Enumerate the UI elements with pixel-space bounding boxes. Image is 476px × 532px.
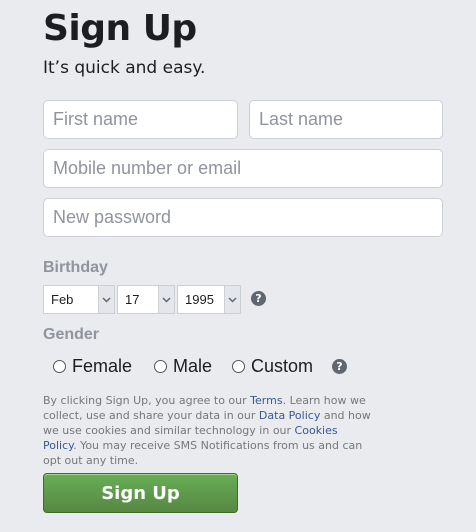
page-subtitle: It’s quick and easy.	[43, 58, 206, 78]
chevron-down-icon	[158, 286, 174, 313]
month-value: Feb	[51, 292, 74, 307]
terms-text-part: . You may receive SMS Notifications from…	[43, 439, 363, 467]
gender-option-label: Female	[72, 356, 133, 376]
birthday-label: Birthday	[43, 259, 108, 276]
first-name-field[interactable]: First name	[43, 100, 238, 139]
page-title: Sign Up	[43, 8, 197, 49]
radio-button[interactable]	[53, 360, 66, 373]
terms-text-part: By clicking Sign Up, you agree to our	[43, 394, 251, 407]
sign-up-button[interactable]: Sign Up	[43, 473, 238, 513]
gender-option-label: Male	[173, 356, 213, 376]
gender-option-male[interactable]: Male	[154, 356, 212, 377]
terms-text: By clicking Sign Up, you agree to our Te…	[43, 393, 373, 468]
day-value: 17	[125, 292, 140, 307]
birthday-help-icon[interactable]: ?	[251, 291, 266, 306]
mobile-or-email-field[interactable]: Mobile number or email	[43, 149, 443, 188]
last-name-field[interactable]: Last name	[249, 100, 443, 139]
gender-help-icon[interactable]: ?	[332, 359, 347, 374]
gender-option-custom[interactable]: Custom	[232, 356, 313, 377]
data-policy-link[interactable]: Data Policy	[259, 409, 320, 422]
gender-option-label: Custom	[251, 356, 314, 376]
radio-button[interactable]	[154, 360, 167, 373]
birthday-day-select[interactable]: 17	[117, 285, 175, 314]
year-value: 1995	[185, 292, 214, 307]
new-password-field[interactable]: New password	[43, 198, 443, 237]
chevron-down-icon	[98, 286, 114, 313]
chevron-down-icon	[224, 286, 240, 313]
first-name-placeholder: First name	[53, 109, 139, 129]
last-name-placeholder: Last name	[259, 109, 344, 129]
radio-button[interactable]	[232, 360, 245, 373]
gender-label: Gender	[43, 326, 100, 343]
gender-option-female[interactable]: Female	[53, 356, 132, 377]
terms-link[interactable]: Terms	[250, 394, 282, 407]
birthday-month-select[interactable]: Feb	[43, 285, 115, 314]
birthday-year-select[interactable]: 1995	[177, 285, 241, 314]
mobile-or-email-placeholder: Mobile number or email	[53, 158, 242, 178]
new-password-placeholder: New password	[53, 207, 172, 227]
